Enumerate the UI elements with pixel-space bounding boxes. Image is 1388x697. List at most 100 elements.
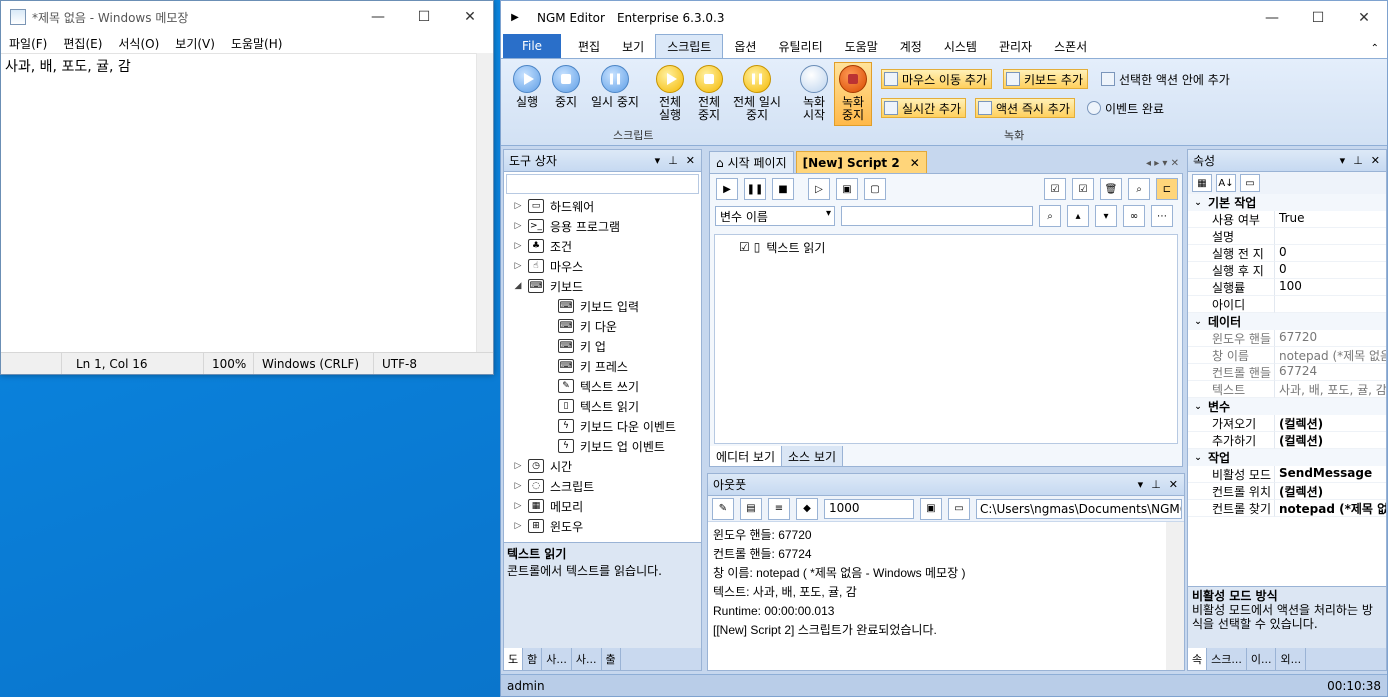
notepad-scrollbar[interactable]	[476, 53, 493, 352]
tab-user-functions[interactable]: 사...	[572, 648, 602, 670]
eraser-icon[interactable]: ◆	[796, 497, 818, 520]
collapse-icon[interactable]: ⌄	[1188, 317, 1208, 327]
property-value[interactable]: 67720	[1275, 330, 1386, 347]
insert-in-selected-button[interactable]: 선택한 액션 안에 추가	[1099, 69, 1234, 89]
stop-button[interactable]: 중지	[546, 59, 586, 109]
menu-view[interactable]: 보기(V)	[167, 35, 223, 52]
more-icon[interactable]: ⋯	[1151, 205, 1173, 227]
toolbox-item[interactable]: ◢ ⌨ 키보드	[504, 276, 701, 296]
property-value[interactable]: 0	[1275, 245, 1386, 262]
categorized-icon[interactable]: ▦	[1192, 174, 1212, 192]
close-icon[interactable]: ✕	[686, 154, 695, 167]
tab-properties[interactable]: 속	[1188, 648, 1208, 670]
close-tab-icon[interactable]: ✕	[910, 156, 920, 170]
tab-admin[interactable]: 관리자	[988, 34, 1043, 58]
tree-view-icon[interactable]: ⊏	[1156, 178, 1178, 200]
loop-icon[interactable]: ∞	[1123, 205, 1145, 227]
app-menu-icon[interactable]: ▶	[505, 12, 525, 23]
minimize-button[interactable]: —	[355, 1, 401, 33]
property-value[interactable]: (컬렉션)	[1275, 483, 1386, 500]
expand-arrow-icon[interactable]: ▷	[512, 521, 524, 531]
tab-account[interactable]: 계정	[889, 34, 933, 58]
realtime-add-button[interactable]: 실시간 추가	[881, 98, 967, 118]
menu-edit[interactable]: 편집(E)	[55, 35, 110, 52]
brush-icon[interactable]: ✎	[712, 497, 734, 520]
expand-arrow-icon[interactable]: ▷	[512, 241, 524, 251]
output-path[interactable]: C:\Users\ngmas\Documents\NGM6\	[976, 498, 1182, 519]
tab-help[interactable]: 도움말	[834, 34, 889, 58]
toolbox-item[interactable]: ▷ ▦ 메모리	[504, 496, 701, 516]
property-category[interactable]: ⌄ 변수	[1188, 398, 1386, 415]
collapse-icon[interactable]: ⌄	[1188, 198, 1208, 208]
dropdown-icon[interactable]: ▾	[1340, 154, 1346, 167]
expand-arrow-icon[interactable]: ◢	[512, 281, 524, 291]
tab-source-view[interactable]: 소스 보기	[782, 446, 843, 466]
property-value[interactable]: (컬렉션)	[1275, 415, 1386, 432]
property-row[interactable]: 가져오기 (컬렉션)	[1188, 415, 1386, 432]
collapse-icon[interactable]: ⌄	[1188, 453, 1208, 463]
property-value[interactable]: (컬렉션)	[1275, 432, 1386, 449]
run-button[interactable]: 실행	[507, 59, 547, 109]
event-complete-button[interactable]: 이벤트 완료	[1085, 98, 1168, 118]
move-down-icon[interactable]: ▾	[1095, 205, 1117, 227]
tab-view[interactable]: 보기	[611, 34, 655, 58]
pin-icon[interactable]: ⊥	[668, 154, 678, 167]
property-row[interactable]: 추가하기 (컬렉션)	[1188, 432, 1386, 449]
check-icon[interactable]: ☑	[1072, 178, 1094, 200]
script-action-row[interactable]: ☑ ▯ 텍스트 읽기	[739, 237, 1153, 257]
close-icon[interactable]: ✕	[1371, 154, 1380, 167]
pin-icon[interactable]: ⊥	[1353, 154, 1363, 167]
record-start-button[interactable]: 녹화 시작	[794, 59, 834, 122]
variable-input[interactable]	[841, 206, 1033, 226]
toolbox-item[interactable]: ⌨ 키 다운	[504, 316, 701, 336]
run-all-button[interactable]: 전체 실행	[650, 59, 690, 122]
property-value[interactable]: 0	[1275, 262, 1386, 279]
property-row[interactable]: 사용 여부 True	[1188, 211, 1386, 228]
checkbox-icon[interactable]: ☑	[739, 240, 750, 254]
find-icon[interactable]: ⌕	[1128, 178, 1150, 200]
stop-all-button[interactable]: 전체 중지	[689, 59, 729, 122]
variable-select[interactable]: 변수 이름	[715, 206, 835, 226]
toolbox-item[interactable]: ✎ 텍스트 쓰기	[504, 376, 701, 396]
menu-file[interactable]: 파일(F)	[1, 35, 55, 52]
tab-user[interactable]: 사...	[542, 648, 572, 670]
tab-script[interactable]: 스크립트	[655, 34, 724, 58]
expand-arrow-icon[interactable]: ▷	[512, 221, 524, 231]
property-row[interactable]: 실행 전 지0	[1188, 245, 1386, 262]
minimize-button[interactable]: —	[1249, 2, 1295, 34]
move-up-icon[interactable]: ▴	[1067, 205, 1089, 227]
property-row[interactable]: 비활성 모드 SendMessage	[1188, 466, 1386, 483]
tab-utility[interactable]: 유틸리티	[767, 34, 833, 58]
toolbox-item[interactable]: ▷ ◷ 시간	[504, 456, 701, 476]
toolbox-item[interactable]: ▷ ☝ 마우스	[504, 256, 701, 276]
property-value[interactable]: notepad (*제목 없	[1275, 500, 1386, 517]
collapse-ribbon-icon[interactable]: ⌃	[1363, 43, 1387, 58]
tab-system[interactable]: 시스템	[933, 34, 988, 58]
property-row[interactable]: 컨트롤 찾기 notepad (*제목 없	[1188, 500, 1386, 517]
property-category[interactable]: ⌄ 기본 작업	[1188, 194, 1386, 211]
tab-edit[interactable]: 편집	[567, 34, 611, 58]
tab-scripts[interactable]: 스크...	[1207, 648, 1247, 670]
tab-functions[interactable]: 함	[523, 648, 543, 670]
toolbox-item[interactable]: ▷ ♣ 조건	[504, 236, 701, 256]
property-row[interactable]: 컨트롤 핸들 67724	[1188, 364, 1386, 381]
close-button[interactable]: ✕	[1341, 2, 1387, 34]
search-icon[interactable]: ⌕	[1039, 205, 1061, 227]
property-category[interactable]: ⌄ 작업	[1188, 449, 1386, 466]
tab-options[interactable]: 옵션	[723, 34, 767, 58]
action-instant-add-button[interactable]: 액션 즉시 추가	[975, 98, 1075, 118]
maximize-button[interactable]: ☐	[401, 1, 447, 33]
step-icon[interactable]: ▷	[808, 178, 830, 200]
property-row[interactable]: 텍스트 사과, 배, 포도, 귤, 감	[1188, 381, 1386, 398]
dropdown-icon[interactable]: ▾	[1138, 478, 1144, 491]
save-icon[interactable]: ▣	[920, 497, 942, 520]
close-button[interactable]: ✕	[447, 1, 493, 33]
run-selected-icon[interactable]: ▢	[864, 178, 886, 200]
expand-arrow-icon[interactable]: ▷	[512, 501, 524, 511]
toolbox-item[interactable]: ⌨ 키보드 입력	[504, 296, 701, 316]
notepad-text-area[interactable]: 사과, 배, 포도, 귤, 감	[1, 53, 493, 352]
toolbox-item[interactable]: ▷ >_ 응용 프로그램	[504, 216, 701, 236]
output-scrollbar[interactable]	[1166, 522, 1184, 670]
property-row[interactable]: 창 이름 notepad (*제목 없음	[1188, 347, 1386, 364]
property-value[interactable]: SendMessage	[1275, 466, 1386, 483]
